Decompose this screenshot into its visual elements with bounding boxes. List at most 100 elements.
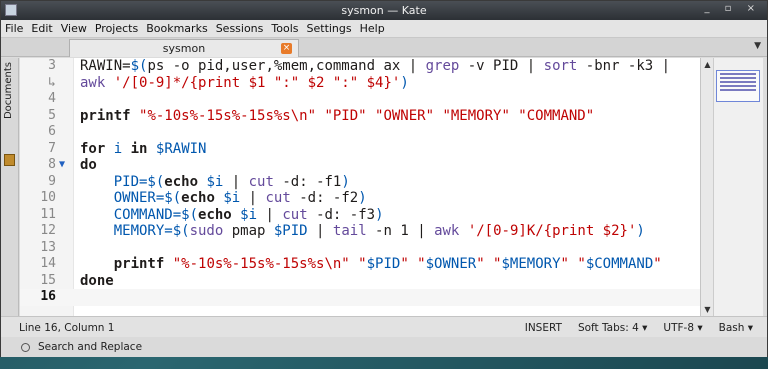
syntax-mode-select[interactable]: Bash ▾ [719,322,753,334]
token-str: " " [476,256,502,272]
kate-window: sysmon — Kate _ ▫ × File Edit View Projects… [0,0,768,357]
code-line[interactable]: 13 [20,240,700,257]
indent-setting[interactable]: Soft Tabs: 4 ▾ [578,322,647,334]
token-cmd: grep [425,58,460,74]
code-text: COMMAND=$(echo $i | cut -d: -f3) [80,207,384,224]
token-var: $MEMORY [501,256,561,272]
menu-item-sessions[interactable]: Sessions [216,22,264,35]
token-kw: done [80,272,114,289]
code-line[interactable]: 14 printf "%-10s%-15s%-15s%s\n" "$PID" "… [20,256,700,273]
input-mode[interactable]: INSERT [525,322,562,334]
code-line[interactable]: 8 ▼ do [20,157,700,174]
token-var: i [113,140,123,157]
vertical-scrollbar[interactable]: ▲ ▼ [700,58,713,316]
title-bar[interactable]: sysmon — Kate _ ▫ × [1,1,767,20]
token-var: $i [223,190,241,206]
code-text: printf "%-10s%-15s%-15s%s\n" "PID" "OWNE… [80,108,594,125]
code-line[interactable]: 10 OWNER=$(echo $i | cut -d: -f2) [20,190,700,207]
search-replace-panel[interactable]: Search and Replace [1,337,767,357]
token-op: | [231,173,241,190]
code-line[interactable]: ↳ awk '/[0-9]*/{print $1 ":" $2 ":" $4}') [20,75,700,92]
code-line[interactable]: 3 RAWIN=$(ps -o pid,user,%mem,command ax … [20,58,700,75]
documents-sidebar[interactable]: Documents [1,58,19,316]
chevron-down-icon[interactable]: ▼ [754,41,761,51]
code-line[interactable]: 4 [20,91,700,108]
code-line[interactable]: 7 for i in $RAWIN [20,141,700,158]
token-plain: RAWIN= [80,58,131,74]
menu-bar: File Edit View Projects Bookmarks Sessions Too… [1,20,767,38]
code-line[interactable]: 11 COMMAND=$(echo $i | cut -d: -f3) [20,207,700,224]
token-var: ) [375,206,384,223]
token-var: ) [358,190,367,206]
token-str: " [653,256,662,272]
menu-item-help[interactable]: Help [360,22,385,35]
token-plain: -d: -f3 [307,206,376,223]
menu-item-settings[interactable]: Settings [307,22,352,35]
code-line[interactable]: 9 PID=$(echo $i | cut -d: -f1) [20,174,700,191]
code-line[interactable]: 6 [20,124,700,141]
token-cmd: cut [265,190,291,206]
token-str: "%-10s%-15s%-15s%s\n" "PID" "OWNER" "MEM… [139,107,595,124]
token-kw: echo [181,190,215,206]
token-var: COMMAND=$( [113,206,199,223]
token-var: $OWNER [425,256,477,272]
code-line[interactable]: 12 MEMORY=$(sudo pmap $PID | tail -n 1 |… [20,223,700,240]
window-controls[interactable]: _ ▫ × [704,3,761,14]
token-kw: printf [113,256,165,272]
line-number: 10 [40,190,56,205]
menu-item-bookmarks[interactable]: Bookmarks [146,22,207,35]
cursor-position[interactable]: Line 16, Column 1 [19,322,114,334]
search-replace-label[interactable]: Search and Replace [38,341,142,353]
token-plain: -d: -f2 [290,190,359,206]
token-str: '/[0-9]K/{print $2}' [467,223,637,239]
token-var: $i [206,173,224,190]
token-var: PID=$( [113,173,165,190]
code-line[interactable]: 16 [20,289,700,306]
menu-item-view[interactable]: View [61,22,87,35]
line-number: 14 [40,256,56,271]
line-number: 16 [40,289,56,304]
minimap[interactable] [713,58,763,316]
token-cmd: cut [282,206,308,223]
token-var: ) [341,173,350,190]
menu-item-tools[interactable]: Tools [271,22,298,35]
token-str: '/[0-9]*/{print $1 ":" $2 ":" $4}' [113,74,401,91]
token-cmd: tail [332,223,367,239]
line-number: 5 [48,107,56,123]
tab-sysmon[interactable]: sysmon × [69,39,299,57]
line-number: 6 [48,124,56,139]
line-number: 15 [40,272,56,288]
search-icon [21,343,30,352]
token-op: | [265,206,274,223]
code-line[interactable]: 5 printf "%-10s%-15s%-15s%s\n" "PID" "OWN… [20,108,700,125]
code-text: OWNER=$(echo $i | cut -d: -f2) [80,190,367,207]
minimap-viewport[interactable] [716,70,760,102]
token-var: ) [400,74,409,91]
token-cmd: cut [248,173,274,190]
token-cmd: sort [543,58,578,74]
code-text: done [80,273,114,290]
menu-item-file[interactable]: File [5,22,23,35]
encoding-select[interactable]: UTF-8 ▾ [663,322,702,334]
code-line[interactable]: 15 done [20,273,700,290]
close-tab-icon[interactable]: × [281,43,292,54]
code-lines: 3 RAWIN=$(ps -o pid,user,%mem,command ax … [20,58,700,306]
code-editor[interactable]: 3 RAWIN=$(ps -o pid,user,%mem,command ax … [20,58,700,316]
menu-item-edit[interactable]: Edit [31,22,52,35]
token-kw: do [80,157,97,173]
menu-item-projects[interactable]: Projects [95,22,138,35]
line-number: 12 [40,223,56,238]
fold-marker-icon[interactable]: ▼ [59,157,65,174]
documents-tab-label[interactable]: Documents [3,62,14,119]
